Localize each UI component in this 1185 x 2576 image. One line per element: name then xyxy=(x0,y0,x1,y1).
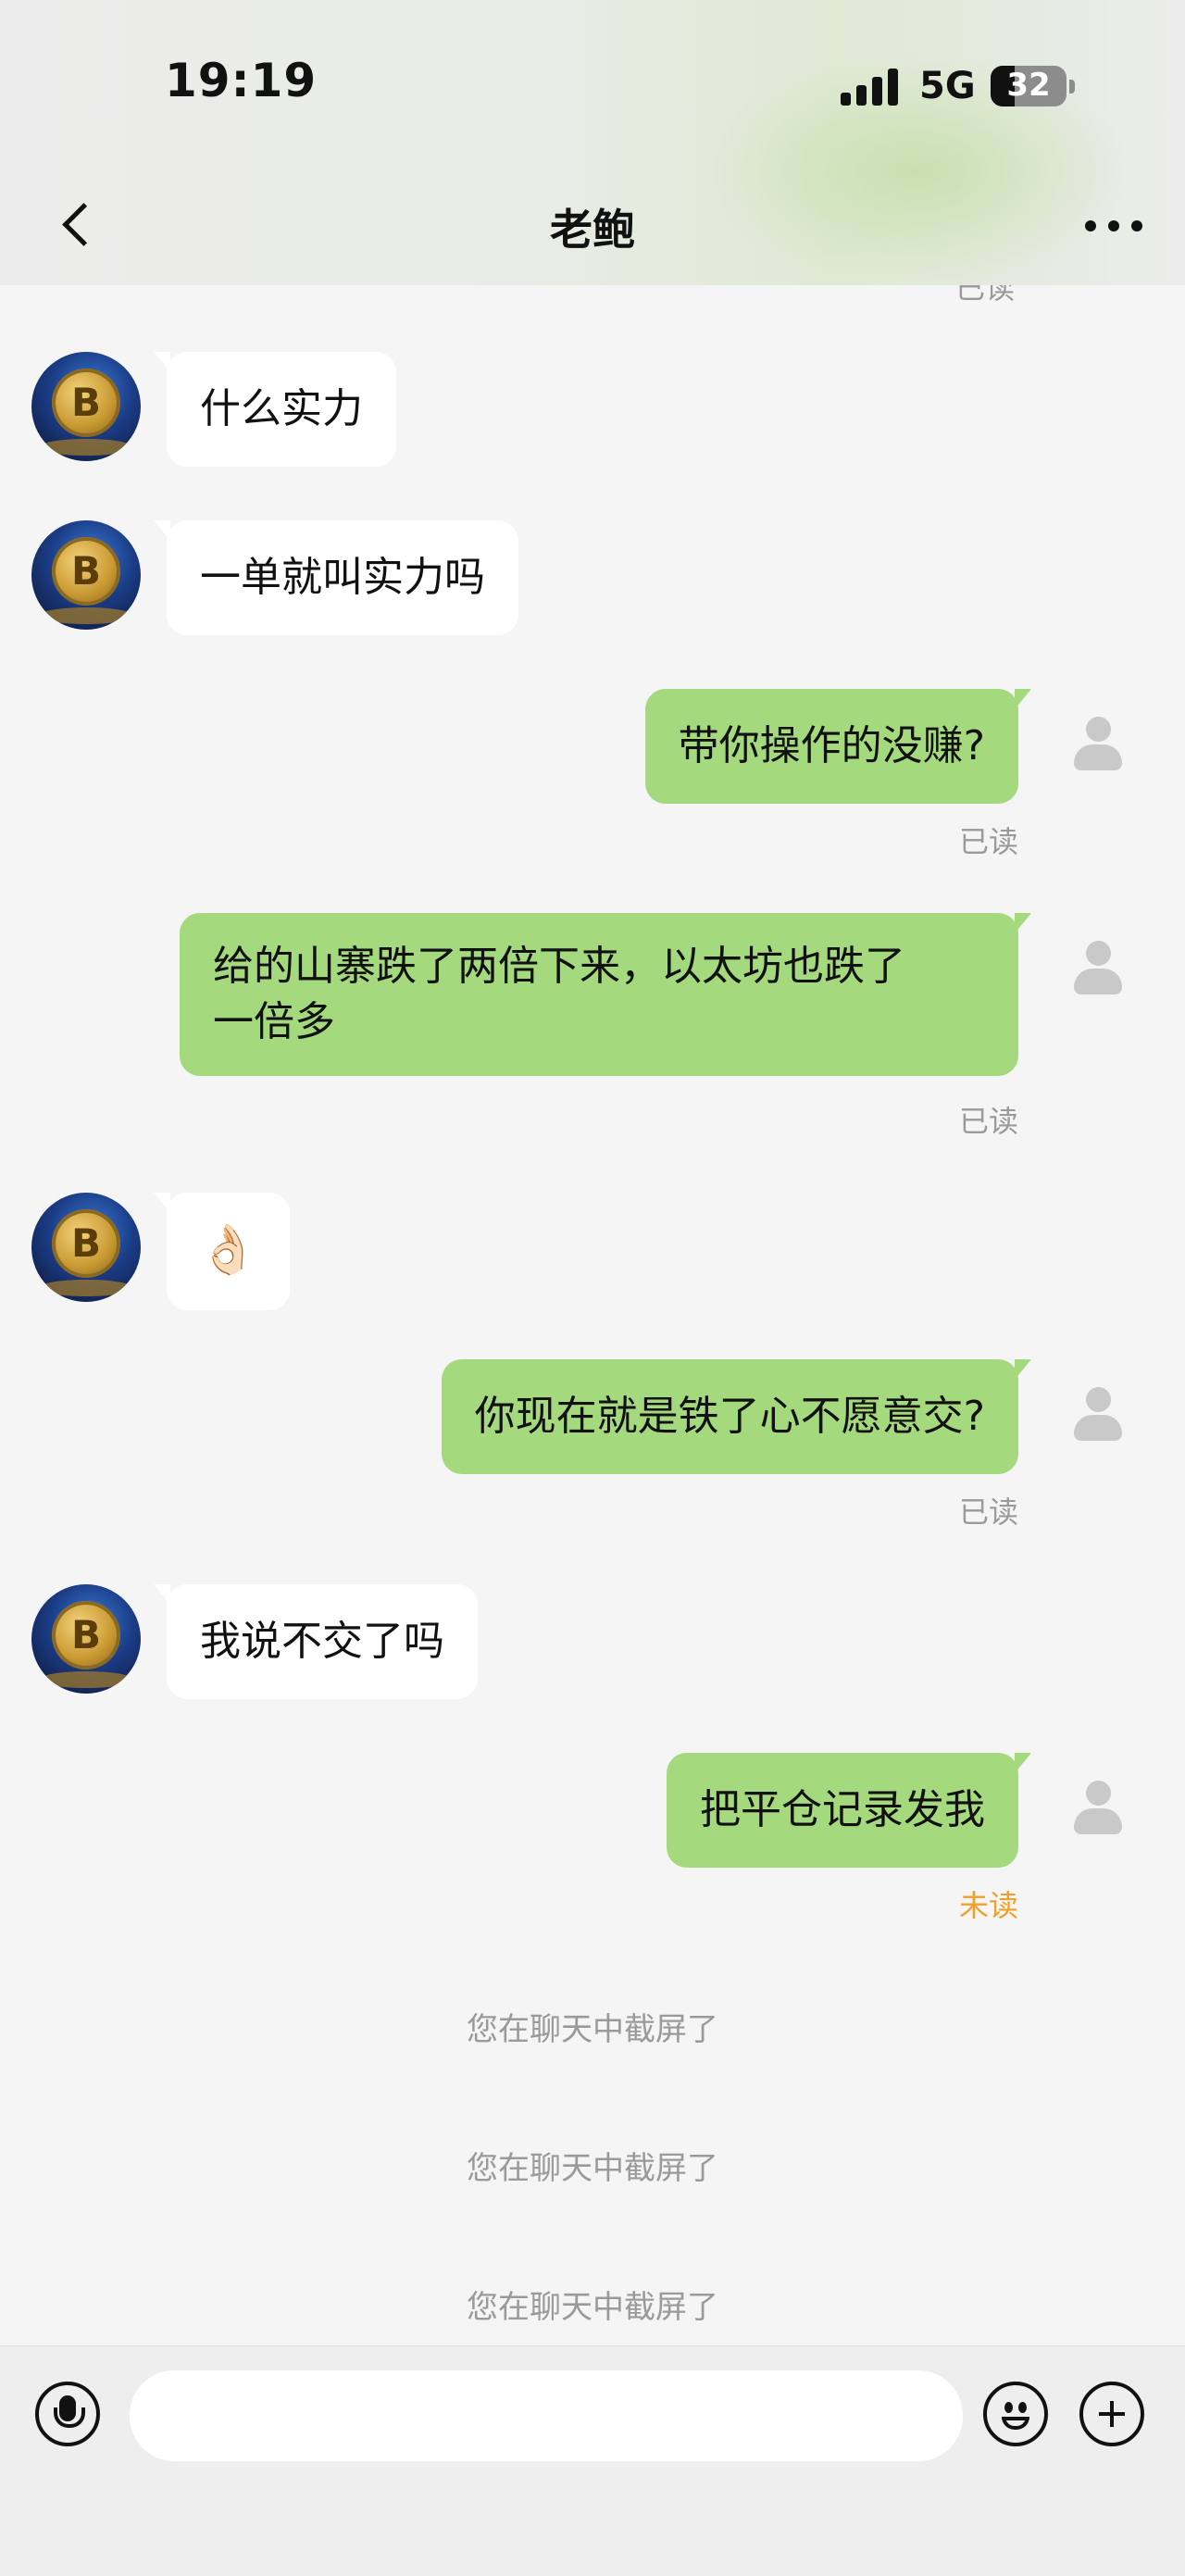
contact-avatar[interactable]: B xyxy=(31,520,141,630)
read-status: 已读 xyxy=(958,1494,1018,1530)
battery-level: 32 xyxy=(1006,67,1051,104)
input-bar xyxy=(0,2345,1185,2576)
read-status: 已读 xyxy=(958,824,1018,859)
user-avatar-icon[interactable] xyxy=(1072,1781,1124,1836)
screenshot-notice: 您在聊天中截屏了 xyxy=(467,2289,718,2326)
incoming-message-bubble[interactable]: 一单就叫实力吗 xyxy=(154,520,518,635)
emoji-smile-icon[interactable] xyxy=(983,2382,1048,2446)
chat-title: 老鲍 xyxy=(550,205,635,255)
read-status: 已读 xyxy=(955,285,1016,306)
user-avatar-icon[interactable] xyxy=(1072,941,1124,996)
status-time: 19:19 xyxy=(165,54,318,107)
more-dots-icon[interactable] xyxy=(1085,220,1142,233)
incoming-message-bubble[interactable]: 我说不交了吗 xyxy=(154,1584,478,1699)
screenshot-notice: 您在聊天中截屏了 xyxy=(467,2150,718,2187)
message-list[interactable]: 已读 B 什么实力 B 一单就叫实力吗 带你操作的没赚? 已读 给的山寨跌了两倍… xyxy=(0,285,1185,2345)
contact-avatar[interactable]: B xyxy=(31,1584,141,1694)
read-status: 已读 xyxy=(958,1104,1018,1139)
message-input[interactable] xyxy=(130,2370,963,2461)
ok-hand-emoji: 👌🏻 xyxy=(198,1222,258,1278)
user-avatar-icon[interactable] xyxy=(1072,717,1124,772)
outgoing-message-bubble[interactable]: 给的山寨跌了两倍下来，以太坊也跌了 一倍多 xyxy=(180,913,1031,1076)
network-type: 5G xyxy=(919,65,976,107)
contact-avatar[interactable]: B xyxy=(31,352,141,461)
signal-icon xyxy=(841,69,900,106)
incoming-message-bubble[interactable]: 什么实力 xyxy=(154,352,396,467)
microphone-icon[interactable] xyxy=(35,2382,100,2446)
outgoing-message-bubble[interactable]: 把平仓记录发我 xyxy=(667,1753,1031,1868)
battery-icon: 32 xyxy=(991,66,1066,106)
battery-tip xyxy=(1069,80,1075,94)
outgoing-message-bubble[interactable]: 你现在就是铁了心不愿意交? xyxy=(441,1359,1032,1474)
message-line: 给的山寨跌了两倍下来，以太坊也跌了 xyxy=(213,943,905,990)
screenshot-notice: 您在聊天中截屏了 xyxy=(467,2011,718,2048)
contact-avatar[interactable]: B xyxy=(31,1193,141,1302)
outgoing-message-bubble[interactable]: 带你操作的没赚? xyxy=(644,689,1032,804)
unread-status: 未读 xyxy=(958,1888,1018,1923)
message-line: 一倍多 xyxy=(213,998,335,1045)
user-avatar-icon[interactable] xyxy=(1072,1387,1124,1443)
top-bar: 19:19 5G 32 老鲍 xyxy=(0,0,1185,287)
incoming-message-bubble[interactable]: 👌🏻 xyxy=(154,1193,290,1310)
plus-icon[interactable] xyxy=(1079,2382,1144,2446)
